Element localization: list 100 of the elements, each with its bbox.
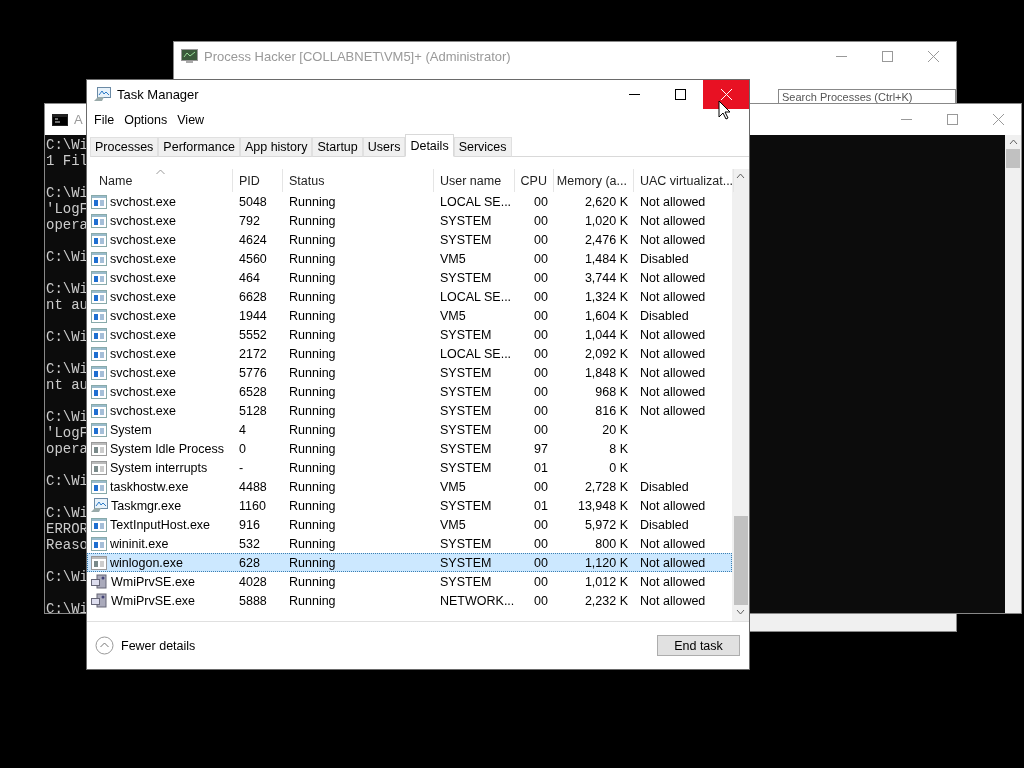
- process-row[interactable]: taskhostw.exe 4488 Running VM5 00 2,728 K Disabled: [87, 477, 732, 496]
- window-icon: [91, 194, 107, 209]
- table-cell: Not allowed: [640, 365, 706, 380]
- column-header[interactable]: CPU: [515, 169, 554, 192]
- window-icon: [91, 232, 107, 247]
- table-cell: Running: [289, 251, 336, 266]
- tab[interactable]: Users: [362, 137, 406, 157]
- process-row[interactable]: Taskmgr.exe 1160 Running SYSTEM 01 13,948 K Not allowed: [87, 496, 732, 515]
- table-cell: 5552: [239, 327, 267, 342]
- window-icon: [91, 308, 107, 323]
- process-row[interactable]: System interrupts - Running SYSTEM 01 0 K: [87, 458, 732, 477]
- fewer-details-button[interactable]: Fewer details: [95, 636, 196, 655]
- column-header[interactable]: Memory (a...: [554, 169, 634, 192]
- scrollbar-thumb[interactable]: [1006, 149, 1020, 168]
- tab[interactable]: Performance: [158, 137, 240, 157]
- table-cell: 2,092 K: [584, 346, 628, 361]
- process-row[interactable]: WmiPrvSE.exe 4028 Running SYSTEM 00 1,012 K Not allowed: [87, 572, 732, 591]
- maximize-icon: [946, 114, 958, 125]
- table-cell: 1,324 K: [584, 289, 628, 304]
- process-row[interactable]: System Idle Process 0 Running SYSTEM 97 8 K: [87, 439, 732, 458]
- tab[interactable]: Services: [453, 137, 512, 157]
- table-cell: 2,476 K: [584, 232, 628, 247]
- process-row[interactable]: svchost.exe 4560 Running VM5 00 1,484 K Disabled: [87, 249, 732, 268]
- column-header[interactable]: Name: [87, 169, 233, 192]
- tab[interactable]: App history: [239, 137, 313, 157]
- process-row[interactable]: TextInputHost.exe 916 Running VM5 00 5,972 K Disabled: [87, 515, 732, 534]
- window-icon: [91, 327, 107, 342]
- table-cell: 2172: [239, 346, 267, 361]
- table-cell: SYSTEM: [440, 403, 492, 418]
- table-cell: 968 K: [595, 384, 628, 399]
- table-cell: 0 K: [609, 460, 628, 475]
- process-row[interactable]: wininit.exe 532 Running SYSTEM 00 800 K Not allowed: [87, 534, 732, 553]
- table-cell: System interrupts: [110, 460, 208, 475]
- table-cell: Running: [289, 460, 336, 475]
- table-cell: 4624: [239, 232, 267, 247]
- console-line: opera: [46, 217, 88, 233]
- process-row[interactable]: svchost.exe 6628 Running LOCAL SE... 00 1,324 K Not allowed: [87, 287, 732, 306]
- table-cell: 1160: [239, 498, 266, 513]
- process-row[interactable]: svchost.exe 792 Running SYSTEM 00 1,020 K Not allowed: [87, 211, 732, 230]
- column-header[interactable]: PID: [233, 169, 283, 192]
- table-cell: taskhostw.exe: [110, 479, 189, 494]
- process-row[interactable]: svchost.exe 464 Running SYSTEM 00 3,744 K Not allowed: [87, 268, 732, 287]
- process-row[interactable]: svchost.exe 1944 Running VM5 00 1,604 K Disabled: [87, 306, 732, 325]
- table-cell: LOCAL SE...: [440, 194, 512, 209]
- close-icon: [992, 114, 1004, 125]
- scrollbar[interactable]: [1005, 135, 1021, 613]
- table-cell: 464: [239, 270, 260, 285]
- table-cell: Running: [289, 308, 336, 323]
- table-cell: 800 K: [595, 536, 628, 551]
- tab[interactable]: Details: [405, 134, 454, 157]
- window-title: A: [74, 112, 83, 127]
- process-row[interactable]: svchost.exe 6528 Running SYSTEM 00 968 K Not allowed: [87, 382, 732, 401]
- table-cell: Running: [289, 403, 336, 418]
- process-row[interactable]: svchost.exe 5552 Running SYSTEM 00 1,044 K Not allowed: [87, 325, 732, 344]
- scrollbar[interactable]: [732, 169, 749, 621]
- process-row[interactable]: svchost.exe 4624 Running SYSTEM 00 2,476 K Not allowed: [87, 230, 732, 249]
- table-cell: SYSTEM: [440, 232, 492, 247]
- menu-item[interactable]: Options: [119, 113, 173, 127]
- sort-caret-icon: [155, 169, 165, 175]
- table-cell: TextInputHost.exe: [110, 517, 211, 532]
- console-line: opera: [46, 441, 88, 457]
- process-row[interactable]: svchost.exe 2172 Running LOCAL SE... 00 2,092 K Not allowed: [87, 344, 732, 363]
- process-row[interactable]: svchost.exe 5048 Running LOCAL SE... 00 2,620 K Not allowed: [87, 192, 732, 211]
- table-cell: WmiPrvSE.exe: [111, 593, 196, 608]
- column-header[interactable]: User name: [434, 169, 515, 192]
- table-cell: 2,232 K: [584, 593, 628, 608]
- process-row[interactable]: WmiPrvSE.exe 5888 Running NETWORK... 00 2,232 K Not allowed: [87, 591, 732, 610]
- table-cell: 6628: [239, 289, 267, 304]
- table-cell: Running: [289, 536, 336, 551]
- process-row[interactable]: System 4 Running SYSTEM 00 20 K: [87, 420, 732, 439]
- table-cell: 97: [534, 441, 548, 456]
- end-task-button[interactable]: End task: [657, 635, 740, 656]
- process-row[interactable]: winlogon.exe 628 Running SYSTEM 00 1,120 K Not allowed: [87, 553, 732, 572]
- table-cell: 5888: [239, 593, 267, 608]
- table-cell: Running: [289, 346, 336, 361]
- table-cell: SYSTEM: [440, 270, 492, 285]
- menu-item[interactable]: View: [172, 113, 210, 127]
- menu-item[interactable]: File: [89, 113, 120, 127]
- table-cell: 00: [534, 574, 548, 589]
- tab[interactable]: Processes: [90, 137, 159, 157]
- process-row[interactable]: svchost.exe 5128 Running SYSTEM 00 816 K Not allowed: [87, 401, 732, 420]
- table-cell: -: [239, 460, 244, 475]
- table-cell: LOCAL SE...: [440, 346, 512, 361]
- process-row[interactable]: svchost.exe 5776 Running SYSTEM 00 1,848 K Not allowed: [87, 363, 732, 382]
- column-header[interactable]: Status: [283, 169, 434, 192]
- window-icon: [91, 346, 107, 361]
- table-cell: 1,020 K: [584, 213, 628, 228]
- close-button[interactable]: [703, 80, 749, 109]
- table-cell: VM5: [440, 251, 466, 266]
- table-cell: Running: [289, 498, 336, 513]
- window-title: Task Manager: [117, 87, 199, 102]
- table-cell: 4488: [239, 479, 267, 494]
- table-cell: Not allowed: [640, 289, 706, 304]
- table-cell: SYSTEM: [440, 327, 492, 342]
- scrollbar-thumb[interactable]: [733, 516, 748, 605]
- table-cell: Running: [289, 270, 336, 285]
- tab[interactable]: Startup: [312, 137, 363, 157]
- table-cell: System Idle Process: [110, 441, 224, 456]
- window-icon: [91, 422, 107, 437]
- table-cell: Running: [289, 555, 336, 570]
